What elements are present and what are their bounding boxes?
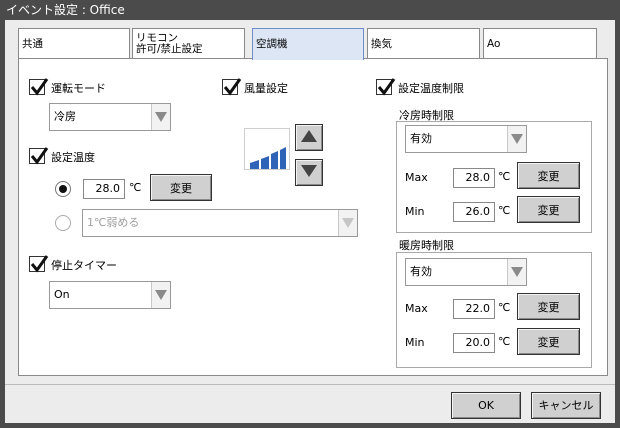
mode-label: 運転モード (51, 82, 106, 95)
chevron-down-icon (511, 134, 523, 144)
heat-max-change-button[interactable]: 変更 (517, 293, 580, 320)
setpoint-relative-radio[interactable] (55, 215, 71, 231)
heat-limit-state-value: 有効 (410, 265, 432, 278)
cool-min-change-button[interactable]: 変更 (517, 196, 580, 223)
tab-air-conditioner-label: 空調機 (256, 38, 288, 50)
setpoint-relative-dropdown-arrow[interactable] (338, 210, 357, 236)
cool-min-label: Min (405, 205, 425, 218)
cool-max-label: Max (405, 171, 428, 184)
cool-limit-state-value: 有効 (410, 132, 432, 145)
checkmark-icon (30, 255, 49, 273)
triangle-down-icon (301, 165, 317, 177)
tab-air-conditioner[interactable]: 空調機 (252, 28, 364, 60)
setpoint-label: 設定温度 (51, 151, 95, 164)
limit-label: 設定温度制限 (398, 82, 464, 95)
heat-min-label: Min (405, 336, 425, 349)
heat-min-unit: ℃ (498, 335, 511, 348)
radio-selected-dot (59, 185, 67, 193)
checkmark-icon (30, 147, 49, 165)
cool-limit-dropdown-arrow[interactable] (507, 126, 526, 152)
heat-max-label: Max (405, 302, 428, 315)
timer-dropdown-arrow[interactable] (151, 282, 170, 308)
heat-max-value-field[interactable]: 22.0 (453, 299, 495, 319)
cool-max-unit: ℃ (498, 170, 511, 183)
timer-select-value: On (54, 288, 70, 301)
cool-max-change-button[interactable]: 変更 (517, 162, 580, 189)
fan-checkbox[interactable] (222, 78, 242, 96)
mode-select[interactable]: 冷房 (49, 103, 171, 131)
heat-limit-state-select[interactable]: 有効 (405, 258, 527, 286)
mode-checkbox[interactable] (29, 78, 49, 96)
fan-label: 風量設定 (244, 82, 288, 95)
cool-limit-state-select[interactable]: 有効 (405, 125, 527, 153)
tab-panel-air-conditioner: 運転モード 冷房 設定温度 28.0 ℃ 変更 1℃弱める 停止タイマー On … (18, 58, 608, 376)
tab-remote-permission[interactable]: リモコン 許可/禁止設定 (132, 28, 245, 59)
timer-select[interactable]: On (49, 281, 171, 309)
fan-level-display (244, 128, 290, 170)
checkmark-icon (223, 78, 242, 96)
fan-down-button[interactable] (295, 159, 323, 186)
heat-min-value-field[interactable]: 20.0 (453, 333, 495, 353)
footer-separator (5, 384, 615, 385)
tab-common[interactable]: 共通 (18, 28, 130, 59)
setpoint-absolute-radio[interactable] (55, 181, 71, 197)
setpoint-change-button[interactable]: 変更 (150, 174, 212, 201)
chevron-down-icon (155, 112, 167, 122)
ok-button[interactable]: OK (451, 392, 521, 419)
setpoint-relative-value: 1℃弱める (87, 216, 140, 229)
setpoint-value-field[interactable]: 28.0 (83, 179, 125, 199)
setpoint-checkbox[interactable] (29, 147, 49, 165)
cool-max-value-field[interactable]: 28.0 (453, 168, 495, 188)
cool-min-unit: ℃ (498, 204, 511, 217)
triangle-up-icon (301, 130, 317, 142)
tab-ventilation-label: 換気 (371, 38, 392, 50)
checkmark-icon (30, 78, 49, 96)
setpoint-relative-select[interactable]: 1℃弱める (82, 209, 358, 237)
mode-select-value: 冷房 (54, 110, 76, 123)
timer-checkbox[interactable] (29, 255, 49, 273)
timer-label: 停止タイマー (51, 259, 117, 272)
tab-ao[interactable]: Ao (483, 28, 597, 59)
title-bar: イベント設定 : Office (0, 0, 620, 20)
heat-limit-title: 暖房時制限 (399, 239, 454, 252)
dialog-window: イベント設定 : Office 共通 リモコン 許可/禁止設定 空調機 換気 A… (0, 0, 620, 428)
tab-remote-permission-label-2: 許可/禁止設定 (136, 43, 203, 55)
chevron-down-icon (155, 290, 167, 300)
limit-checkbox[interactable] (376, 78, 396, 96)
heat-limit-dropdown-arrow[interactable] (507, 259, 526, 285)
mode-dropdown-arrow[interactable] (151, 104, 170, 130)
window-title: イベント設定 : Office (6, 3, 125, 17)
cool-min-value-field[interactable]: 26.0 (453, 202, 495, 222)
fan-speed-bars-icon (250, 147, 286, 169)
heat-max-unit: ℃ (498, 301, 511, 314)
tab-common-label: 共通 (22, 38, 43, 50)
chevron-down-icon (511, 267, 523, 277)
tab-ventilation[interactable]: 換気 (367, 28, 480, 59)
fan-up-button[interactable] (295, 124, 323, 151)
chevron-down-icon (342, 218, 354, 228)
tab-ao-label: Ao (487, 38, 501, 50)
heat-min-change-button[interactable]: 変更 (517, 328, 580, 355)
checkmark-icon (377, 78, 396, 96)
setpoint-unit: ℃ (129, 181, 142, 194)
cancel-button[interactable]: キャンセル (531, 392, 601, 419)
dialog-client-area: 共通 リモコン 許可/禁止設定 空調機 換気 Ao 運転モード 冷房 設定温度 … (5, 20, 615, 423)
